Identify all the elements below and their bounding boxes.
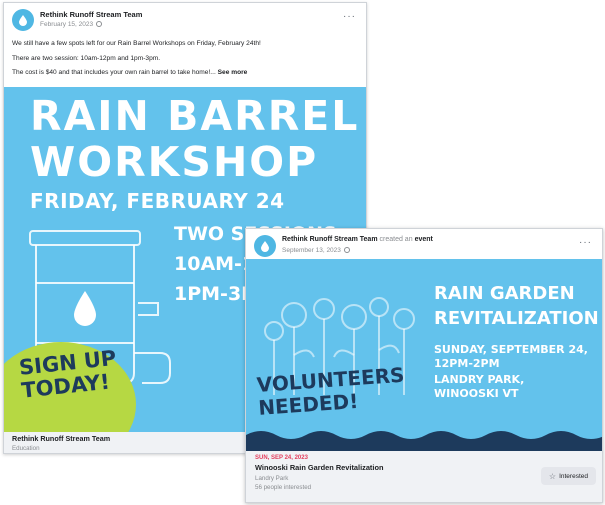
post-card-rain-garden-event: Rethink Runoff Stream Team created an ev…	[245, 228, 603, 503]
post-header: Rethink Runoff Stream Team February 15, …	[12, 9, 358, 33]
post-text-line-content: The cost is $40 and that includes your o…	[12, 69, 216, 77]
post-date: February 15, 2023	[40, 21, 94, 28]
banner-title-line: RAIN BARREL	[30, 92, 360, 140]
created-text: created an	[379, 236, 413, 243]
post-author-line: Rethink Runoff Stream Team created an ev…	[282, 236, 433, 243]
post-text-line: There are two session: 10am-12pm and 1pm…	[12, 54, 161, 62]
avatar[interactable]	[12, 9, 34, 31]
rain-garden-banner-image[interactable]: RAIN GARDEN REVITALIZATION SUNDAY, SEPTE…	[246, 259, 602, 451]
globe-icon	[343, 247, 350, 254]
post-header: Rethink Runoff Stream Team created an ev…	[254, 235, 594, 259]
banner-date: FRIDAY, FEBRUARY 24	[30, 189, 285, 213]
water-drop-icon	[261, 241, 269, 252]
post-timestamp[interactable]: September 13, 2023	[282, 247, 350, 254]
see-more-link[interactable]: See more	[218, 69, 248, 76]
event-details[interactable]: SUN, SEP 24, 2023 Winooski Rain Garden R…	[246, 451, 602, 502]
banner-title-line: WORKSHOP	[30, 138, 319, 186]
post-author[interactable]: Rethink Runoff Stream Team	[40, 10, 142, 19]
event-date: SUN, SEP 24, 2023	[255, 455, 308, 461]
banner-location-line: LANDRY PARK,	[434, 373, 525, 386]
banner-date: SUNDAY, SEPTEMBER 24, 12PM-2PM	[434, 343, 588, 371]
waves-decoration	[246, 431, 602, 451]
globe-icon	[96, 21, 103, 28]
more-options-icon[interactable]: ···	[343, 11, 356, 22]
post-text-line: We still have a few spots left for our R…	[12, 40, 261, 47]
star-icon: ☆	[548, 471, 557, 481]
interested-label: Interested	[559, 472, 588, 480]
banner-date-line: 12PM-2PM	[434, 357, 500, 370]
post-timestamp[interactable]: February 15, 2023	[40, 21, 103, 28]
banner-title-line: REVITALIZATION	[434, 308, 599, 329]
post-author[interactable]: Rethink Runoff Stream Team	[282, 236, 378, 243]
interested-button[interactable]: ☆ Interested	[540, 467, 596, 485]
event-interested-count: 56 people interested	[255, 484, 312, 491]
more-options-icon[interactable]: ···	[579, 237, 592, 248]
banner-title: RAIN GARDEN REVITALIZATION	[434, 281, 599, 331]
banner-location: LANDRY PARK, WINOOSKI VT	[434, 373, 524, 401]
banner-title: RAIN BARREL WORKSHOP	[30, 93, 359, 185]
banner-date-line: SUNDAY, SEPTEMBER 24,	[434, 343, 588, 356]
avatar[interactable]	[254, 235, 276, 257]
banner-location-line: WINOOSKI VT	[434, 387, 519, 400]
volunteers-needed-text: VOLUNTEERS NEEDED!	[256, 363, 407, 420]
post-body: We still have a few spots left for our R…	[12, 39, 357, 83]
banner-title-line: RAIN GARDEN	[434, 283, 575, 304]
water-drop-icon	[19, 15, 27, 26]
post-text-line: The cost is $40 and that includes your o…	[12, 68, 357, 78]
event-link[interactable]: event	[415, 236, 433, 243]
post-date: September 13, 2023	[282, 247, 341, 254]
